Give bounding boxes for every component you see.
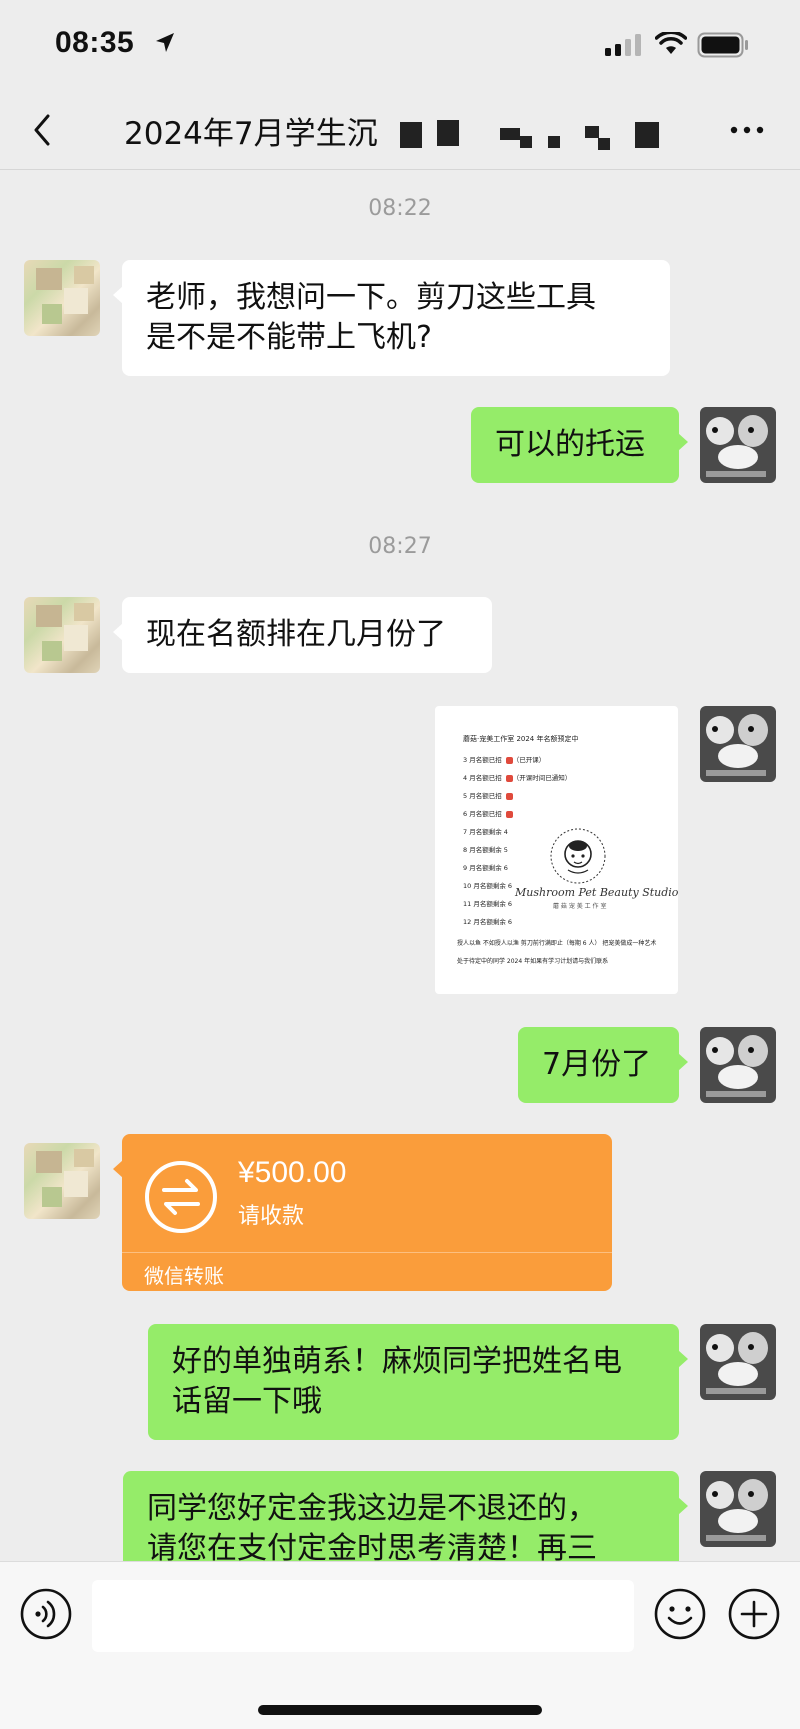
quota-row: 12 月名额剩余 6 xyxy=(463,918,513,926)
transfer-label: 微信转账 xyxy=(144,1264,224,1288)
input-bar xyxy=(0,1561,800,1729)
status-bar: 08:35 xyxy=(0,0,800,92)
transfer-amount: ¥500.00 xyxy=(238,1156,347,1189)
chat-title: 2024年7月学生沉 xyxy=(124,116,378,152)
image-footer: 处于待定中的同学 2024 年如果有学习计划请与我们联系 xyxy=(457,958,609,965)
avatar[interactable] xyxy=(700,1027,776,1103)
avatar[interactable] xyxy=(700,1324,776,1400)
image-footer: 授人以鱼 不如授人以渔 剪刀前行满即止（每期 6 人） 把宠美做成一种艺术 xyxy=(457,940,657,947)
quota-row: 8 月名额剩余 5 xyxy=(463,846,508,854)
studio-brand: Mushroom Pet Beauty Studio xyxy=(515,886,678,899)
plus-icon[interactable] xyxy=(727,1587,781,1641)
transfer-status: 请收款 xyxy=(238,1204,305,1229)
message-text: 现在名额排在几月份了 xyxy=(146,617,446,652)
image-message[interactable]: 蘑菇·宠美工作室 2024 年名额预定中 3 月名额已招 （已开课） 4 月名额已… xyxy=(435,706,678,994)
message-line: 是不是不能带上飞机? xyxy=(146,320,432,355)
transfer-card[interactable]: ¥500.00 请收款 微信转账 xyxy=(113,1134,612,1291)
received-message[interactable]: 老师，我想问一下。剪刀这些工具 是不是不能带上飞机? xyxy=(113,260,670,376)
cellular-signal-icon xyxy=(605,34,641,56)
chat-header: 2024年7月学生沉 xyxy=(0,92,800,170)
avatar[interactable] xyxy=(700,407,776,483)
message-line: 老师，我想问一下。剪刀这些工具 xyxy=(146,280,596,315)
timestamp: 08:22 xyxy=(368,196,432,221)
wifi-icon xyxy=(655,32,687,54)
quota-row: 4 月名额已招 （开课时间已通知） xyxy=(463,774,572,782)
message-line: 好的单独萌系！麻烦同学把姓名电 xyxy=(172,1344,622,1379)
avatar[interactable] xyxy=(24,260,100,336)
location-arrow-icon xyxy=(156,33,174,52)
home-indicator xyxy=(258,1705,542,1715)
received-message[interactable]: 现在名额排在几月份了 xyxy=(113,597,492,673)
chevron-left-icon[interactable] xyxy=(24,108,64,152)
transfer-icon xyxy=(145,1161,217,1233)
image-heading: 蘑菇·宠美工作室 2024 年名额预定中 xyxy=(463,735,579,743)
voice-icon[interactable] xyxy=(19,1587,73,1641)
sent-message[interactable]: 可以的托运 xyxy=(471,407,688,483)
quota-row: 3 月名额已招 （已开课） xyxy=(463,756,546,764)
sent-message[interactable]: 好的单独萌系！麻烦同学把姓名电 话留一下哦 xyxy=(148,1324,688,1440)
message-line: 话留一下哦 xyxy=(172,1384,322,1419)
sent-message[interactable]: 7月份了 xyxy=(518,1027,688,1103)
message-line: 同学您好定金我这边是不退还的， xyxy=(147,1491,597,1526)
avatar[interactable] xyxy=(700,1471,776,1547)
studio-logo xyxy=(550,828,606,884)
timestamp: 08:27 xyxy=(368,534,432,559)
message-text: 7月份了 xyxy=(542,1047,652,1082)
more-icon[interactable] xyxy=(725,110,769,150)
quota-row: 11 月名额剩余 6 xyxy=(463,900,513,908)
avatar[interactable] xyxy=(700,706,776,782)
quota-row: 6 月名额已招 xyxy=(463,808,513,818)
message-text: 可以的托运 xyxy=(495,427,645,462)
quota-row: 10 月名额剩余 6 xyxy=(463,882,513,890)
battery-icon xyxy=(697,32,748,58)
status-time: 08:35 xyxy=(55,26,135,59)
quota-row: 9 月名额剩余 6 xyxy=(463,864,508,872)
avatar[interactable] xyxy=(24,597,100,673)
divider xyxy=(122,1252,612,1253)
message-input[interactable] xyxy=(92,1580,634,1652)
studio-brand-cn: 蘑 菇 宠 美 工 作 室 xyxy=(553,903,607,910)
quota-row: 5 月名额已招 xyxy=(463,790,513,800)
emoji-icon[interactable] xyxy=(653,1587,707,1641)
avatar[interactable] xyxy=(24,1143,100,1219)
quota-row: 7 月名额剩余 4 xyxy=(463,828,508,836)
